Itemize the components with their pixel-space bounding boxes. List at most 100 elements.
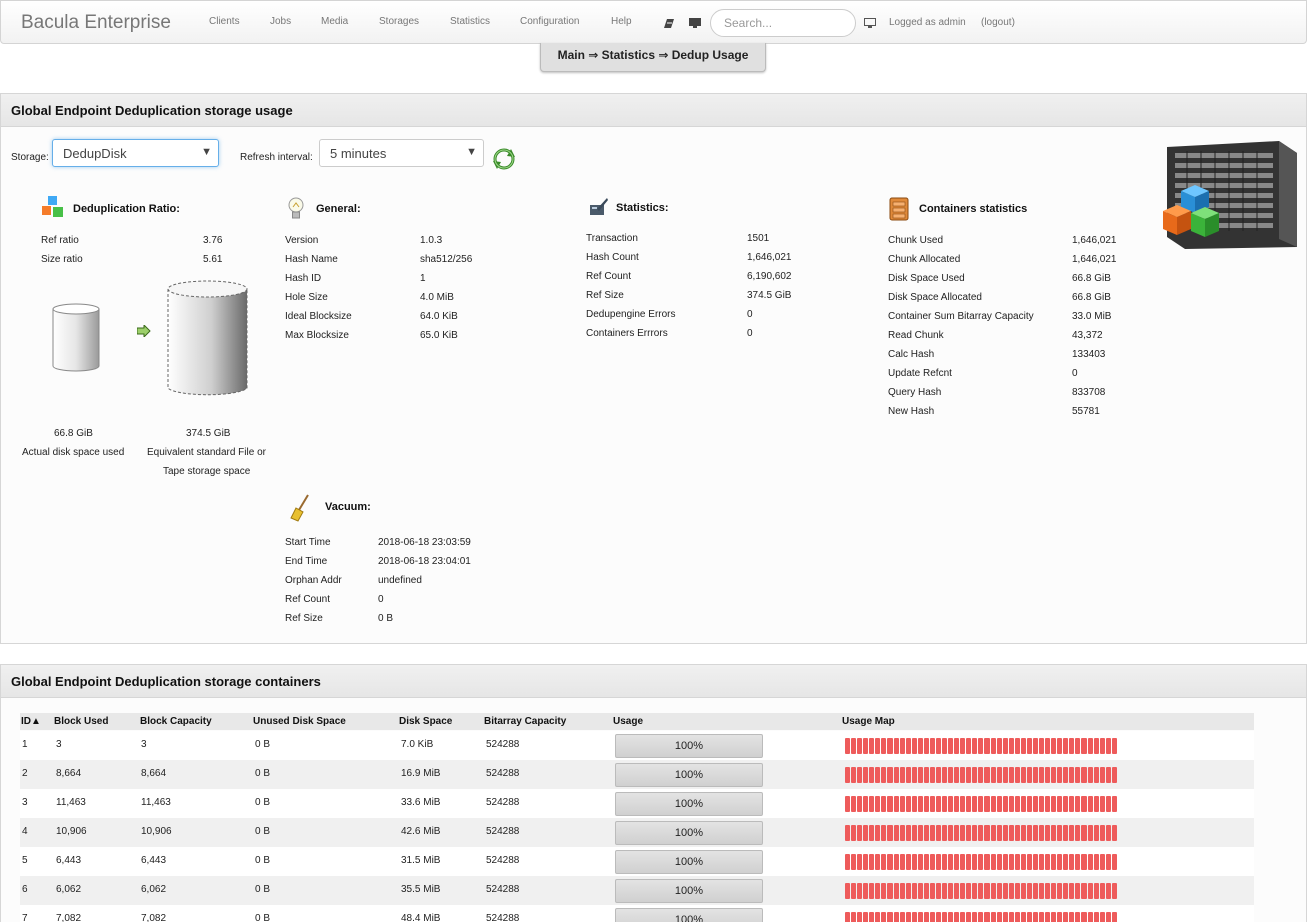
usage-map-block — [1020, 825, 1026, 841]
col-usage-map-header[interactable]: Usage Map — [842, 716, 895, 727]
usage-map-block — [935, 883, 941, 899]
containers-panel-title: Global Endpoint Deduplication storage co… — [0, 664, 1307, 698]
usage-map-block — [929, 796, 935, 812]
usage-map-block — [972, 912, 978, 922]
nav-configuration[interactable]: Configuration — [520, 16, 579, 27]
cell-used: 6,443 — [56, 855, 82, 866]
usage-map-block — [923, 912, 929, 922]
usage-map-block — [1093, 825, 1099, 841]
containers-stats-row-label: New Hash — [888, 406, 935, 417]
usage-map-block — [845, 825, 851, 841]
usage-map-block — [1020, 854, 1026, 870]
usage-map-block — [1014, 796, 1020, 812]
usage-map-block — [1081, 825, 1087, 841]
console-icon[interactable] — [689, 18, 701, 32]
containers-stats-row-value: 33.0 MiB — [1072, 311, 1112, 322]
containers-stats-row-label: Query Hash — [888, 387, 942, 398]
usage-map-block — [1008, 767, 1014, 783]
vacuum-row-value: 0 — [378, 594, 384, 605]
statistics-row-value: 0 — [747, 309, 753, 320]
equivalent-storage-cylinder — [166, 279, 250, 402]
usage-map-block — [1002, 825, 1008, 841]
usage-map-block — [948, 796, 954, 812]
usage-map-block — [948, 912, 954, 922]
usage-map-block — [954, 912, 960, 922]
usage-map-block — [978, 854, 984, 870]
vacuum-row-value: 2018-06-18 23:04:01 — [378, 556, 471, 567]
search-input[interactable]: Search... — [710, 9, 856, 37]
nav-media[interactable]: Media — [321, 16, 348, 27]
eraser-icon[interactable] — [663, 18, 675, 32]
col-unused-disk-header[interactable]: Unused Disk Space — [253, 716, 346, 727]
usage-map-block — [899, 854, 905, 870]
usage-map-block — [911, 854, 917, 870]
usage-map-block — [1026, 767, 1032, 783]
usage-map-block — [1093, 883, 1099, 899]
brand-logo[interactable]: Bacula Enterprise — [21, 12, 171, 34]
usage-map-block — [1063, 825, 1069, 841]
usage-map-block — [1111, 883, 1117, 899]
col-block-used-header[interactable]: Block Used — [54, 716, 108, 727]
usage-map-block — [875, 767, 881, 783]
table-row: 7 7,082 7,082 0 B 48.4 MiB 524288 100% — [20, 905, 1254, 922]
usage-map-block — [845, 854, 851, 870]
nav-storages[interactable]: Storages — [379, 16, 419, 27]
usage-map-block — [990, 912, 996, 922]
actual-disk-cylinder — [52, 303, 100, 376]
usage-map-block — [1069, 825, 1075, 841]
col-disk-space-header[interactable]: Disk Space — [399, 716, 452, 727]
usage-map-block — [1099, 883, 1105, 899]
usage-map-block — [1069, 796, 1075, 812]
usage-map-block — [911, 796, 917, 812]
usage-map-block — [948, 883, 954, 899]
usage-map-block — [887, 738, 893, 754]
usage-map-block — [863, 912, 869, 922]
nav-statistics[interactable]: Statistics — [450, 16, 490, 27]
cell-capacity: 6,443 — [141, 855, 167, 866]
statistics-row-label: Dedupengine Errors — [586, 309, 676, 320]
usage-map-block — [905, 883, 911, 899]
statistics-row-label: Hash Count — [586, 252, 639, 263]
cell-bitarray: 524288 — [486, 739, 520, 750]
refresh-label: Refresh interval: — [240, 152, 313, 163]
general-row-label: Max Blocksize — [285, 330, 349, 341]
usage-map-block — [923, 883, 929, 899]
usage-map-block — [1063, 767, 1069, 783]
general-row-value: 1 — [420, 273, 426, 284]
refresh-icon[interactable] — [491, 146, 517, 175]
usage-map-block — [1051, 825, 1057, 841]
usage-map-block — [923, 767, 929, 783]
usage-map-block — [893, 883, 899, 899]
usage-map-block — [1099, 825, 1105, 841]
col-usage-header[interactable]: Usage — [613, 716, 643, 727]
col-id-header[interactable]: ID▲ — [21, 716, 41, 727]
refresh-interval-select[interactable]: 5 minutes ▼ — [319, 139, 484, 167]
col-bitarray-header[interactable]: Bitarray Capacity — [484, 716, 566, 727]
cell-used: 11,463 — [56, 797, 86, 808]
usage-map-block — [1002, 854, 1008, 870]
usage-map-block — [851, 796, 857, 812]
usage-map-block — [1051, 738, 1057, 754]
usage-map-block — [1111, 825, 1117, 841]
sort-asc-icon: ▲ — [31, 716, 41, 727]
usage-map-block — [1002, 767, 1008, 783]
nav-clients[interactable]: Clients — [209, 16, 240, 27]
nav-jobs[interactable]: Jobs — [270, 16, 291, 27]
usage-map-block — [1099, 767, 1105, 783]
usage-map-block — [1057, 767, 1063, 783]
usage-map-block — [948, 738, 954, 754]
usage-map-block — [869, 912, 875, 922]
usage-map-block — [942, 825, 948, 841]
top-navbar: Bacula Enterprise Clients Jobs Media Sto… — [0, 0, 1307, 44]
cell-disk: 48.4 MiB — [401, 913, 441, 922]
usage-map-block — [863, 825, 869, 841]
containers-stats-row-value: 55781 — [1072, 406, 1100, 417]
breadcrumb[interactable]: Main ⇒ Statistics ⇒ Dedup Usage — [540, 43, 766, 72]
logout-link[interactable]: (logout) — [981, 17, 1015, 28]
usage-map-block — [954, 883, 960, 899]
usage-map-block — [1045, 854, 1051, 870]
storage-select[interactable]: DedupDisk ▼ — [52, 139, 219, 167]
usage-map-block — [966, 883, 972, 899]
col-block-capacity-header[interactable]: Block Capacity — [140, 716, 212, 727]
nav-help[interactable]: Help — [611, 16, 632, 27]
